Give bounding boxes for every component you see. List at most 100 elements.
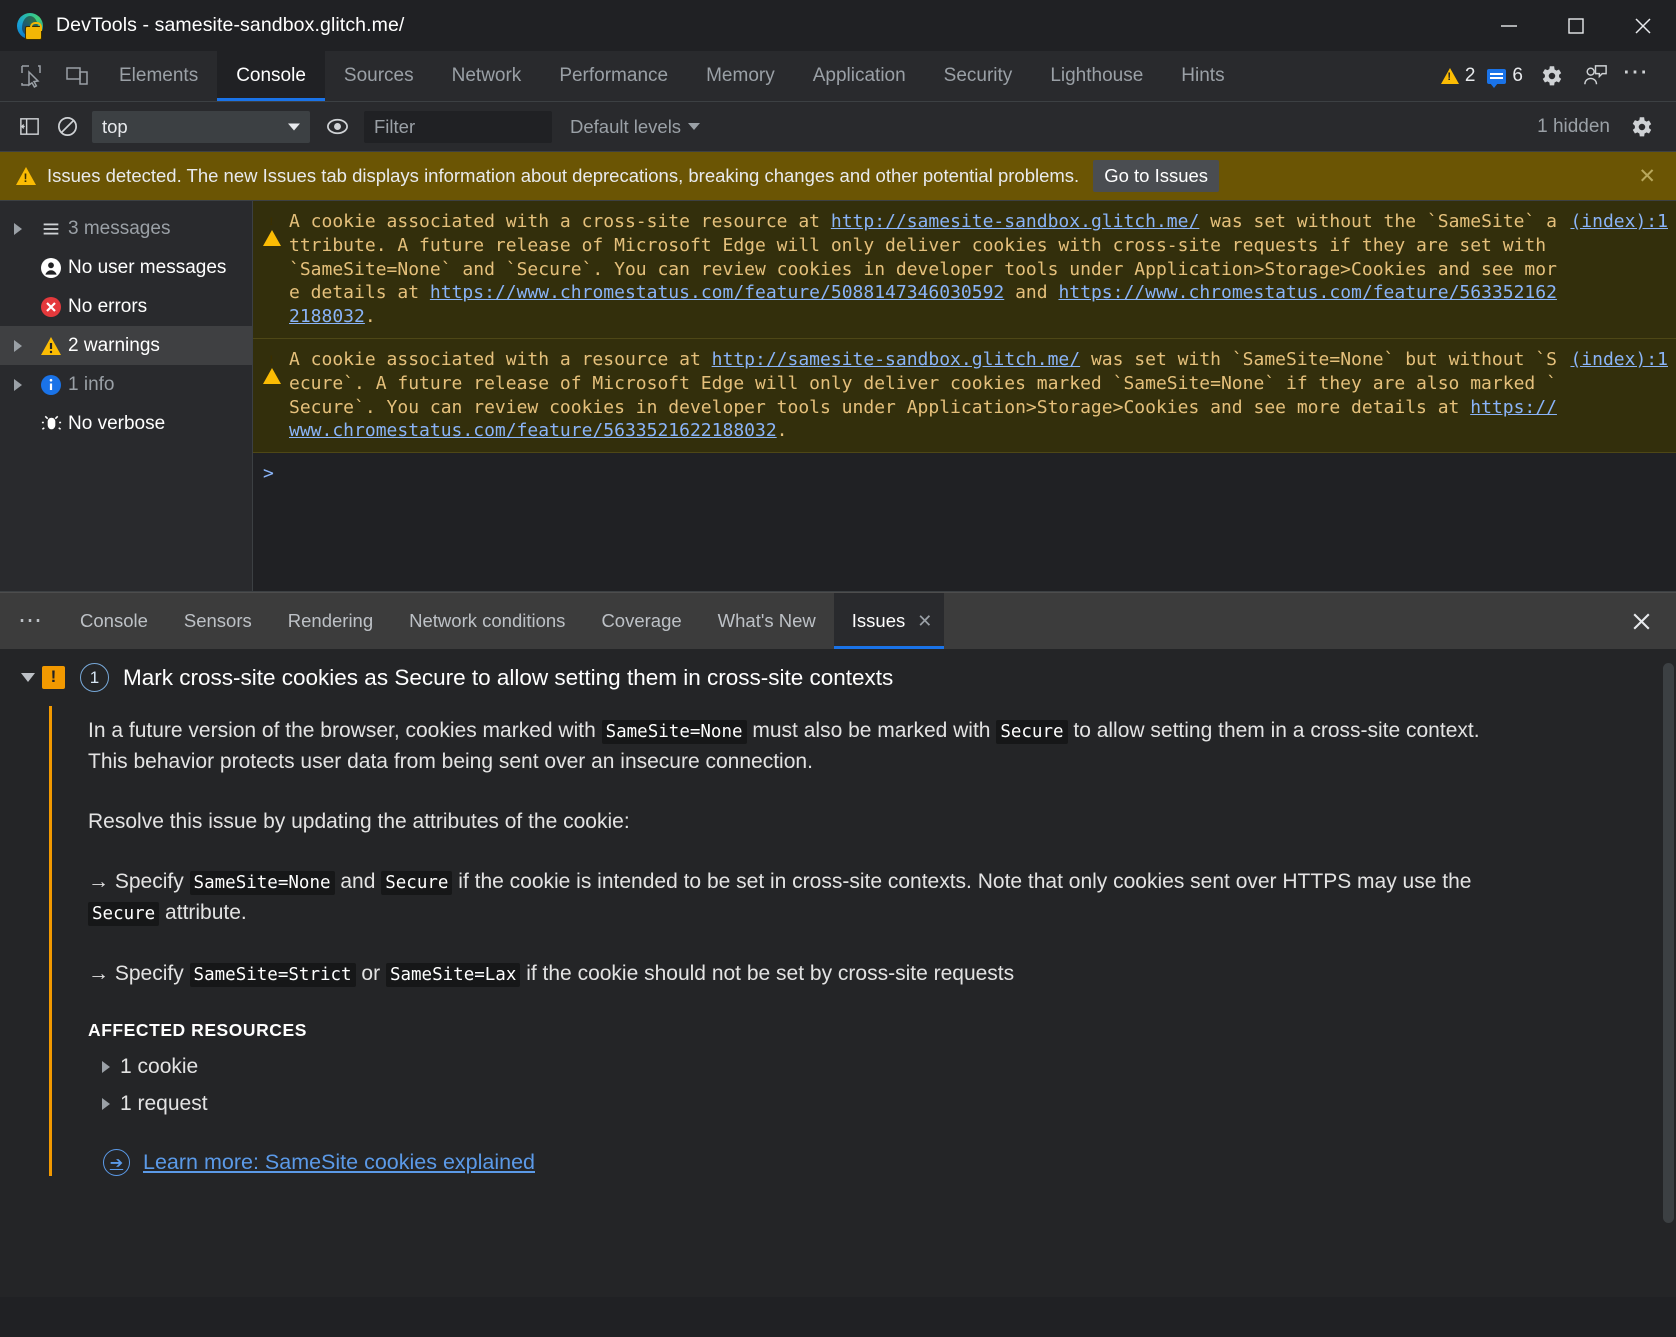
text-fragment: or	[356, 962, 386, 985]
execution-context-selector[interactable]: top	[92, 111, 310, 143]
console-link[interactable]: http://samesite-sandbox.glitch.me/	[831, 211, 1199, 232]
chevron-down-icon	[288, 123, 300, 130]
inline-code: SameSite=Strict	[190, 963, 356, 987]
console-message-source-link[interactable]: (index):1	[1564, 348, 1668, 372]
issue-bullet-2: → Specify SameSite=Strict or SameSite=La…	[88, 959, 1508, 990]
log-levels-label: Default levels	[570, 116, 681, 138]
tab-sources[interactable]: Sources	[325, 51, 433, 101]
issue-header-row[interactable]: 1 Mark cross-site cookies as Secure to a…	[0, 649, 1676, 706]
list-icon	[34, 218, 68, 240]
issues-detected-banner: Issues detected. The new Issues tab disp…	[0, 152, 1676, 201]
tab-performance[interactable]: Performance	[540, 51, 687, 101]
live-expression-icon[interactable]	[318, 108, 356, 146]
learn-more-label: Learn more: SameSite cookies explained	[143, 1150, 535, 1175]
banner-close-icon[interactable]: ✕	[1632, 164, 1662, 189]
warning-icon	[34, 334, 68, 358]
minimize-icon[interactable]	[1475, 0, 1542, 51]
affected-resource-request[interactable]: 1 request	[102, 1092, 1676, 1116]
console-message-warning-2[interactable]: A cookie associated with a resource at h…	[253, 339, 1676, 453]
go-to-issues-button[interactable]: Go to Issues	[1093, 160, 1219, 192]
console-sidebar: 3 messages No user messages No errors 2 …	[0, 201, 253, 591]
expand-arrow-icon[interactable]	[14, 379, 34, 391]
affected-resources-label: AFFECTED RESOURCES	[88, 1020, 1676, 1041]
message-counter[interactable]: 6	[1482, 65, 1528, 87]
error-icon	[34, 295, 68, 319]
warning-counter[interactable]: 2	[1436, 65, 1481, 87]
window-title: DevTools - samesite-sandbox.glitch.me/	[56, 14, 404, 37]
filter-bar-right: 1 hidden	[1537, 106, 1676, 148]
tab-application[interactable]: Application	[794, 51, 925, 101]
drawer-tab-rendering[interactable]: Rendering	[270, 593, 391, 649]
chevron-down-icon[interactable]	[14, 673, 42, 682]
sidebar-item-verbose[interactable]: No verbose	[0, 404, 252, 443]
gear-icon[interactable]	[1530, 55, 1572, 97]
console-link[interactable]: http://samesite-sandbox.glitch.me/	[712, 349, 1080, 370]
drawer-tab-coverage[interactable]: Coverage	[583, 593, 699, 649]
resource-label: 1 request	[120, 1092, 208, 1116]
expand-arrow-icon[interactable]	[14, 223, 34, 235]
tab-lighthouse[interactable]: Lighthouse	[1031, 51, 1162, 101]
issue-paragraph-1: In a future version of the browser, cook…	[88, 716, 1508, 777]
close-tab-icon[interactable]: ✕	[917, 611, 932, 632]
execution-context-value: top	[102, 116, 128, 138]
issue-warning-badge-icon	[42, 666, 65, 689]
drawer-tab-sensors[interactable]: Sensors	[166, 593, 270, 649]
tab-memory[interactable]: Memory	[687, 51, 794, 101]
drawer-tab-whats-new[interactable]: What's New	[700, 593, 834, 649]
feedback-person-icon[interactable]	[1574, 55, 1616, 97]
hidden-messages-count: 1 hidden	[1537, 116, 1610, 138]
drawer-close-icon[interactable]	[1607, 593, 1676, 649]
sidebar-item-messages[interactable]: 3 messages	[0, 209, 252, 248]
console-settings-gear-icon[interactable]	[1620, 106, 1662, 148]
sidebar-item-errors[interactable]: No errors	[0, 287, 252, 326]
message-count-value: 6	[1512, 65, 1523, 87]
drawer-tab-console[interactable]: Console	[62, 593, 166, 649]
maximize-icon[interactable]	[1542, 0, 1609, 51]
affected-resource-cookie[interactable]: 1 cookie	[102, 1055, 1676, 1079]
window-title-bar: DevTools - samesite-sandbox.glitch.me/	[0, 0, 1676, 51]
tab-label: Application	[813, 65, 906, 87]
close-icon[interactable]	[1609, 0, 1676, 51]
clear-console-icon[interactable]	[48, 108, 86, 146]
text-fragment: and	[335, 870, 382, 893]
issues-panel-scrollbar[interactable]	[1663, 663, 1674, 1223]
tab-security[interactable]: Security	[925, 51, 1032, 101]
expand-arrow-icon[interactable]	[14, 340, 34, 352]
drawer-tab-network-conditions[interactable]: Network conditions	[391, 593, 583, 649]
tab-label: Elements	[119, 65, 198, 87]
console-message-warning-1[interactable]: A cookie associated with a cross-site re…	[253, 201, 1676, 339]
inline-code: Secure	[88, 902, 159, 926]
device-toolbar-icon[interactable]	[54, 51, 100, 101]
filter-input[interactable]	[364, 111, 552, 143]
console-link[interactable]: https://www.chromestatus.com/feature/508…	[430, 282, 1004, 303]
log-levels-dropdown[interactable]: Default levels	[570, 116, 700, 138]
drawer-tab-issues[interactable]: Issues ✕	[834, 593, 945, 649]
inline-code: SameSite=None	[602, 720, 747, 744]
sidebar-item-warnings[interactable]: 2 warnings	[0, 326, 252, 365]
person-icon	[34, 256, 68, 280]
show-console-sidebar-icon[interactable]	[10, 108, 48, 146]
text-fragment: → Specify	[88, 962, 190, 985]
console-prompt[interactable]: >	[253, 453, 1676, 494]
tabbar-status-area: 2 6 ⋯	[1436, 51, 1676, 101]
more-options-icon[interactable]: ⋯	[1618, 64, 1662, 88]
tab-hints[interactable]: Hints	[1162, 51, 1243, 101]
tab-elements[interactable]: Elements	[100, 51, 217, 101]
tab-network[interactable]: Network	[433, 51, 541, 101]
sidebar-item-label: No verbose	[68, 413, 165, 435]
sidebar-item-info[interactable]: 1 info	[0, 365, 252, 404]
text-fragment: In a future version of the browser, cook…	[88, 719, 602, 742]
tab-label: Sources	[344, 65, 414, 87]
sidebar-item-user-messages[interactable]: No user messages	[0, 248, 252, 287]
info-icon	[34, 373, 68, 397]
learn-more-link[interactable]: ➔ Learn more: SameSite cookies explained	[103, 1149, 1676, 1176]
console-message-source-link[interactable]: (index):1	[1564, 210, 1668, 234]
console-body: 3 messages No user messages No errors 2 …	[0, 201, 1676, 592]
inline-code: SameSite=Lax	[386, 963, 520, 987]
window-controls	[1475, 0, 1676, 51]
inspect-element-icon[interactable]	[8, 51, 54, 101]
tab-console[interactable]: Console	[217, 51, 325, 101]
tab-label: Console	[236, 65, 306, 87]
drawer-more-tabs-icon[interactable]: ⋯	[0, 593, 62, 649]
tab-label: Lighthouse	[1050, 65, 1143, 87]
